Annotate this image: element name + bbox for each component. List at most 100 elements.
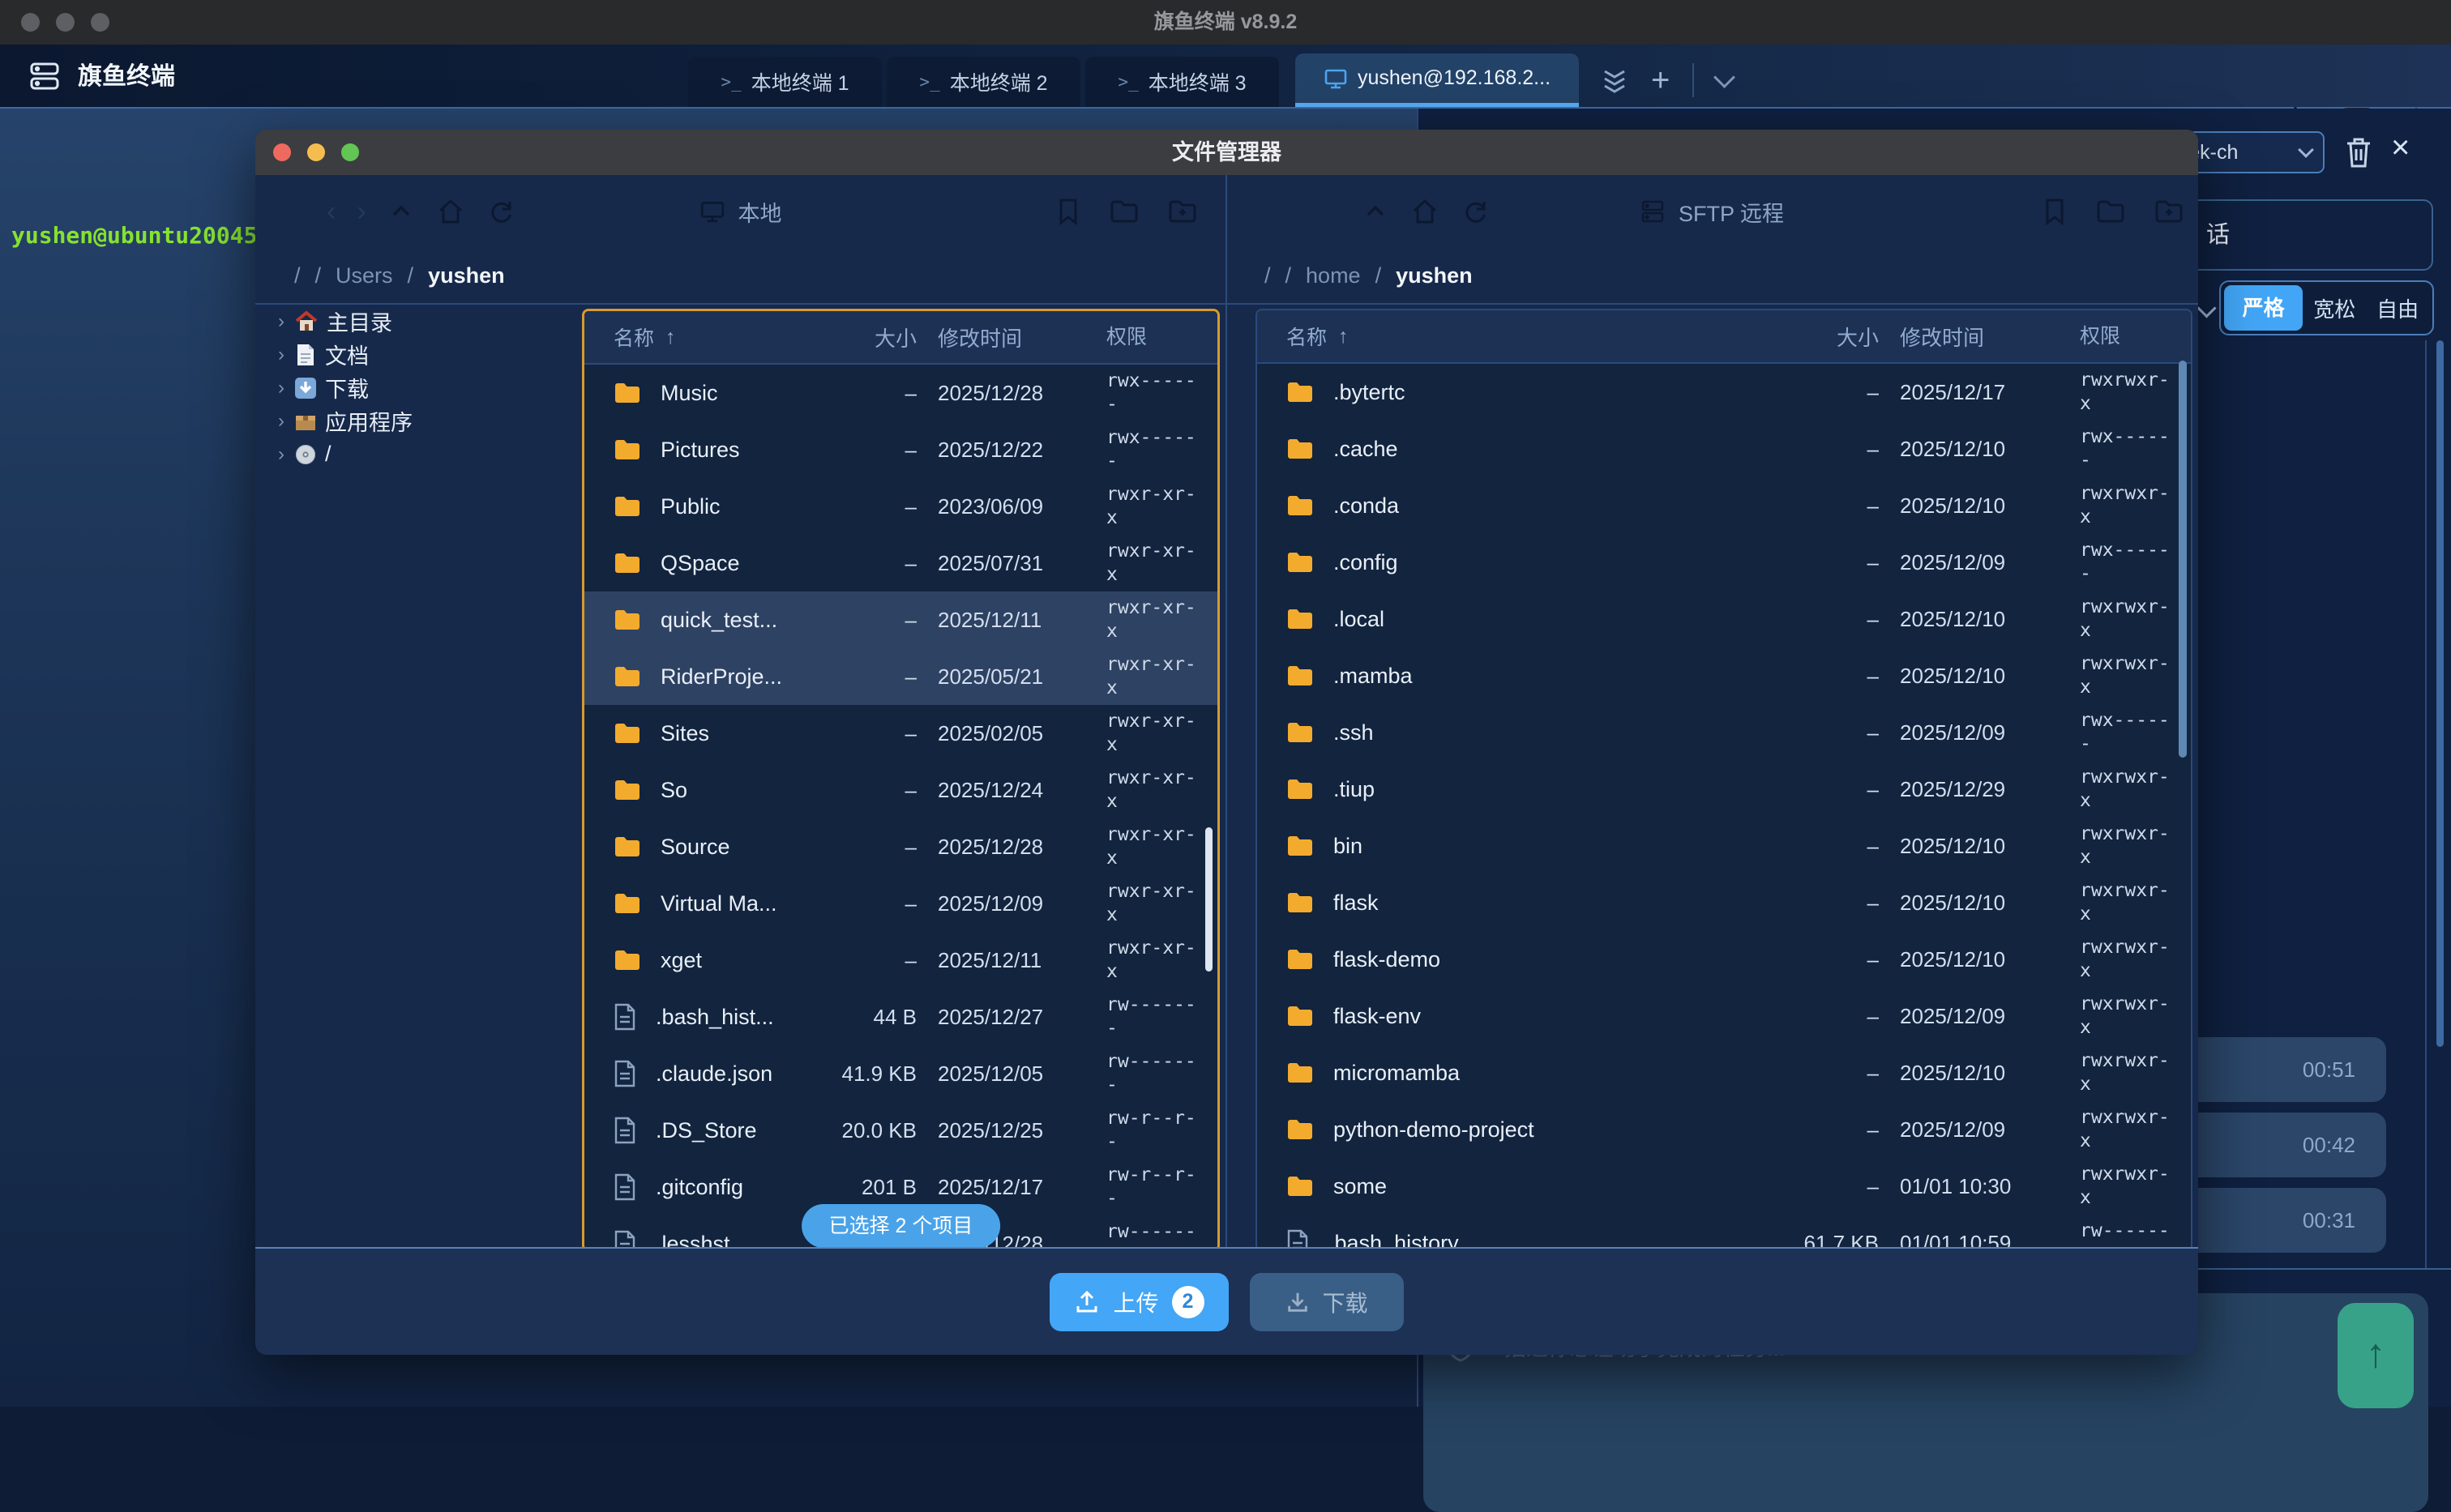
table-row[interactable]: micromamba – 2025/12/10 rwxrwxr-x: [1257, 1044, 2191, 1101]
bookmark-icon[interactable]: [2042, 197, 2067, 226]
table-row[interactable]: python-demo-project – 2025/12/09 rwxrwxr…: [1257, 1101, 2191, 1158]
file-perm: rwx------: [2080, 539, 2171, 586]
chevron-right-icon[interactable]: ›: [278, 443, 284, 466]
file-mtime: 2025/12/17: [1900, 380, 2070, 405]
table-row[interactable]: .config – 2025/12/09 rwx------: [1257, 534, 2191, 591]
tab-local-terminal-1[interactable]: >_ 本地终端 1: [688, 57, 882, 107]
table-row[interactable]: .mamba – 2025/12/10 rwxrwxr-x: [1257, 647, 2191, 704]
tab-local-terminal-3[interactable]: >_ 本地终端 3: [1085, 57, 1279, 107]
column-perm[interactable]: 权限: [2080, 325, 2171, 348]
tab-ssh-session[interactable]: yushen@192.168.2...: [1295, 53, 1579, 107]
folder-icon[interactable]: [2096, 199, 2125, 224]
column-size[interactable]: 大小: [1783, 322, 1879, 352]
tab-local-terminal-2[interactable]: >_ 本地终端 2: [887, 57, 1080, 107]
trash-icon[interactable]: [2342, 135, 2375, 170]
table-row[interactable]: .ssh – 2025/12/09 rwx------: [1257, 704, 2191, 761]
file-name: RiderProje...: [661, 664, 782, 690]
table-row[interactable]: .DS_Store 20.0 KB 2025/12/25 rw-r--r--: [584, 1102, 1217, 1159]
chevron-down-icon[interactable]: [2196, 298, 2216, 318]
app-menu-icon[interactable]: [29, 61, 60, 92]
folder-icon[interactable]: [1110, 199, 1139, 224]
table-row[interactable]: bin – 2025/12/10 rwxrwxr-x: [1257, 818, 2191, 874]
breadcrumb-segment[interactable]: /: [294, 263, 301, 288]
table-row[interactable]: RiderProje... – 2025/05/21 rwxr-xr-x: [584, 648, 1217, 705]
scrollbar-thumb[interactable]: [2179, 361, 2187, 758]
close-icon[interactable]: ×: [2391, 130, 2410, 166]
table-row[interactable]: QSpace – 2025/07/31 rwxr-xr-x: [584, 535, 1217, 592]
table-row[interactable]: .local – 2025/12/10 rwxrwxr-x: [1257, 591, 2191, 647]
dialog-footer: 上传 2 下载: [255, 1247, 2198, 1355]
table-row[interactable]: xget – 2025/12/11 rwxr-xr-x: [584, 932, 1217, 989]
table-row[interactable]: Music – 2025/12/28 rwx------: [584, 365, 1217, 421]
breadcrumb-segment[interactable]: home: [1306, 263, 1361, 288]
sidebar-item-documents[interactable]: › 文档: [278, 338, 570, 371]
table-row[interactable]: .claude.json 41.9 KB 2025/12/05 rw------…: [584, 1045, 1217, 1102]
chevron-right-icon[interactable]: ›: [278, 410, 284, 433]
column-perm[interactable]: 权限: [1106, 326, 1198, 349]
sort-arrow-icon[interactable]: ↑: [1338, 325, 1349, 348]
table-row[interactable]: .bytertc – 2025/12/17 rwxrwxr-x: [1257, 364, 2191, 421]
table-row[interactable]: Virtual Ma... – 2025/12/09 rwxr-xr-x: [584, 875, 1217, 932]
sidebar-item-applications[interactable]: › 应用程序: [278, 404, 570, 438]
table-row[interactable]: So – 2025/12/24 rwxr-xr-x: [584, 762, 1217, 818]
table-row[interactable]: Sites – 2025/02/05 rwxr-xr-x: [584, 705, 1217, 762]
breadcrumb-segment[interactable]: /: [1285, 263, 1292, 288]
remote-table-header: 名称 ↑ 大小 修改时间 权限: [1257, 310, 2191, 364]
table-row[interactable]: some – 01/01 10:30 rwxrwxr-x: [1257, 1158, 2191, 1215]
table-row[interactable]: .bash_history 61.7 KB 01/01 10:59 rw----…: [1257, 1215, 2191, 1249]
table-row[interactable]: flask-demo – 2025/12/10 rwxrwxr-x: [1257, 931, 2191, 988]
column-name[interactable]: 名称: [1286, 322, 1327, 351]
local-breadcrumb[interactable]: / / Users / yushen: [255, 248, 1226, 303]
table-row[interactable]: quick_test... – 2025/12/11 rwxr-xr-x: [584, 592, 1217, 648]
mode-loose[interactable]: 宽松: [2303, 293, 2366, 323]
table-row[interactable]: .cache – 2025/12/10 rwx------: [1257, 421, 2191, 477]
sidebar-item-root[interactable]: › /: [278, 438, 570, 471]
scrollbar-thumb[interactable]: [2436, 340, 2444, 1047]
file-mtime: 2025/12/09: [1900, 1117, 2070, 1143]
file-size: –: [1783, 380, 1879, 405]
breadcrumb-segment[interactable]: /: [1375, 263, 1382, 288]
column-mtime[interactable]: 修改时间: [1900, 322, 2070, 352]
scrollbar-thumb[interactable]: [1205, 827, 1213, 972]
table-row[interactable]: Public – 2023/06/09 rwxr-xr-x: [584, 478, 1217, 535]
breadcrumb-segment[interactable]: yushen: [428, 263, 505, 288]
new-folder-icon[interactable]: [1168, 199, 1197, 224]
remote-breadcrumb[interactable]: / / home / yushen: [1226, 248, 2198, 303]
column-name[interactable]: 名称: [614, 322, 654, 352]
mode-free[interactable]: 自由: [2366, 293, 2429, 323]
table-row[interactable]: .tiup – 2025/12/29 rwxrwxr-x: [1257, 761, 2191, 818]
sidebar-item-downloads[interactable]: › 下载: [278, 371, 570, 404]
download-button[interactable]: 下载: [1250, 1273, 1404, 1331]
breadcrumb-segment[interactable]: /: [315, 263, 322, 288]
upload-button[interactable]: 上传 2: [1050, 1273, 1228, 1331]
breadcrumb-segment[interactable]: yushen: [1396, 263, 1473, 288]
chevron-right-icon[interactable]: ›: [278, 344, 284, 366]
table-row[interactable]: Source – 2025/12/28 rwxr-xr-x: [584, 818, 1217, 875]
breadcrumb-segment[interactable]: /: [408, 263, 414, 288]
chevron-right-icon[interactable]: ›: [278, 377, 284, 399]
breadcrumb-segment[interactable]: /: [1264, 263, 1271, 288]
file-size: –: [1783, 607, 1879, 632]
table-row[interactable]: flask-env – 2025/12/09 rwxrwxr-x: [1257, 988, 2191, 1044]
new-tab-button[interactable]: +: [1651, 62, 1670, 99]
send-button[interactable]: ↑: [2338, 1303, 2414, 1408]
table-row[interactable]: .bash_hist... 44 B 2025/12/27 rw-------: [584, 989, 1217, 1045]
bookmark-icon[interactable]: [1056, 197, 1080, 226]
column-mtime[interactable]: 修改时间: [938, 322, 1097, 352]
chevron-right-icon[interactable]: ›: [278, 310, 284, 333]
breadcrumb-segment[interactable]: Users: [336, 263, 393, 288]
folder-icon: [1286, 494, 1314, 517]
local-file-table: 名称 ↑ 大小 修改时间 权限 Music: [582, 309, 1220, 1252]
new-folder-icon[interactable]: [2154, 199, 2184, 224]
table-row[interactable]: flask – 2025/12/10 rwxrwxr-x: [1257, 874, 2191, 931]
file-size: –: [1783, 891, 1879, 916]
layers-icon[interactable]: [1601, 65, 1628, 96]
sort-arrow-icon[interactable]: ↑: [665, 326, 676, 349]
sidebar-item-home[interactable]: › 主目录: [278, 305, 570, 338]
mode-strict[interactable]: 严格: [2224, 285, 2303, 331]
table-row[interactable]: Pictures – 2025/12/22 rwx------: [584, 421, 1217, 478]
file-size: 41.9 KB: [821, 1061, 917, 1087]
table-row[interactable]: .conda – 2025/12/10 rwxrwxr-x: [1257, 477, 2191, 534]
chevron-down-icon[interactable]: [1713, 66, 1735, 88]
column-size[interactable]: 大小: [821, 322, 917, 352]
